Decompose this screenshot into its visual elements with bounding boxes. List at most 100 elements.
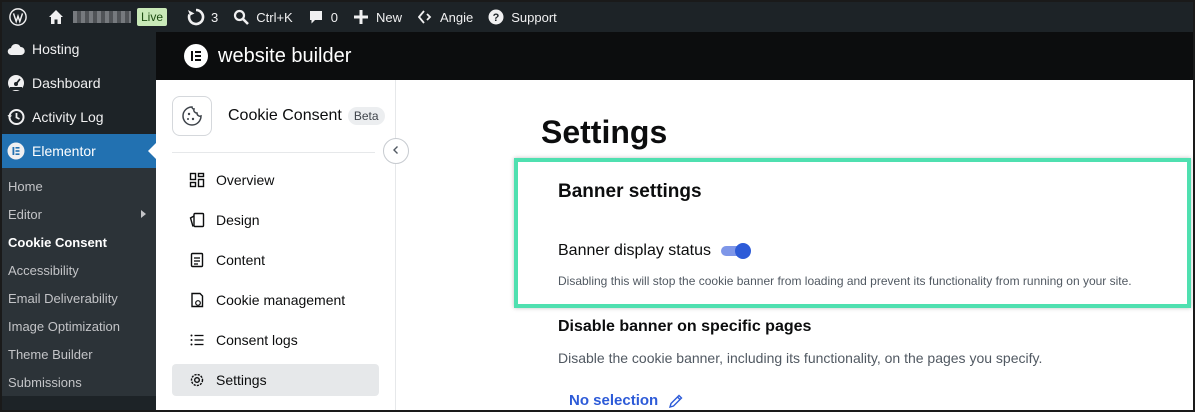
disable-pages-heading: Disable banner on specific pages	[558, 318, 812, 335]
banner-settings-heading: Banner settings	[558, 181, 702, 202]
plugin-sidebar: Cookie Consent Beta Overview Design Cont…	[156, 80, 409, 410]
comments-count: 0	[330, 9, 338, 25]
banner-display-help: Disabling this will stop the cookie bann…	[558, 274, 1132, 288]
submenu-label: Submissions	[8, 374, 82, 390]
sidebar-item-label: Dashboard	[32, 75, 101, 91]
beta-badge: Beta	[347, 107, 385, 125]
banner-display-row: Banner display status	[558, 242, 751, 260]
sidebar-item-label: Elementor	[32, 143, 96, 159]
submenu-item-cookie-consent[interactable]: Cookie Consent	[2, 228, 156, 256]
nav-item-label: Overview	[216, 172, 275, 188]
submenu-item-email-deliverability[interactable]: Email Deliverability	[2, 284, 156, 312]
comment-icon	[307, 8, 325, 26]
support-label: Support	[511, 9, 557, 25]
divider	[172, 152, 375, 153]
pencil-icon	[668, 393, 684, 409]
plugin-header: Cookie Consent Beta	[172, 96, 387, 136]
page-selection-button[interactable]: No selection	[569, 392, 684, 409]
submenu-label: Theme Builder	[8, 346, 93, 362]
grid-icon	[188, 171, 206, 189]
plus-icon	[352, 8, 370, 26]
sidebar-item-activity-log[interactable]: Activity Log	[2, 100, 156, 134]
support-button[interactable]: ? Support	[480, 2, 564, 32]
updates-icon	[187, 8, 205, 26]
updates-button[interactable]: 3	[180, 2, 225, 32]
elementor-logo-icon	[184, 44, 208, 68]
nav-item-settings[interactable]: Settings	[172, 364, 379, 396]
settings-main: Settings Banner settings Banner display …	[397, 80, 1193, 410]
nav-item-design[interactable]: Design	[172, 204, 379, 236]
nav-item-label: Consent logs	[216, 332, 298, 348]
live-badge: Live	[137, 8, 168, 26]
nav-item-cookie-management[interactable]: Cookie management	[172, 284, 379, 316]
elementor-icon	[6, 141, 26, 161]
updates-count: 3	[211, 9, 219, 25]
nav-item-consent-logs[interactable]: Consent logs	[172, 324, 379, 356]
submenu-item-accessibility[interactable]: Accessibility	[2, 256, 156, 284]
nav-item-label: Design	[216, 212, 260, 228]
blurred-site-name	[73, 11, 131, 23]
submenu-item-image-optimization[interactable]: Image Optimization	[2, 312, 156, 340]
page-title: Settings	[541, 114, 668, 150]
new-content-button[interactable]: New	[345, 2, 409, 32]
submenu-label: Accessibility	[8, 262, 79, 278]
history-icon	[6, 107, 26, 127]
banner-display-toggle[interactable]	[719, 242, 751, 260]
sidebar-item-elementor[interactable]: Elementor	[2, 134, 156, 168]
sidebar-item-hosting[interactable]: Hosting	[2, 32, 156, 66]
submenu-label: Editor	[8, 206, 42, 222]
comments-button[interactable]: 0	[300, 2, 345, 32]
submenu-label: Cookie Consent	[8, 234, 107, 250]
nav-item-label: Settings	[216, 372, 267, 388]
sidebar-item-dashboard[interactable]: Dashboard	[2, 66, 156, 100]
dashboard-icon	[6, 73, 26, 93]
nav-item-label: Cookie management	[216, 292, 346, 308]
angie-button[interactable]: Angie	[409, 2, 480, 32]
wordpress-logo-icon	[9, 8, 27, 26]
cookie-icon	[172, 96, 212, 136]
plugin-name: Cookie Consent	[228, 107, 342, 124]
svg-text:?: ?	[493, 12, 500, 24]
submenu-item-home[interactable]: Home	[2, 172, 156, 200]
submenu-label: Image Optimization	[8, 318, 120, 334]
submenu-item-submissions[interactable]: Submissions	[2, 368, 156, 396]
search-shortcut: Ctrl+K	[256, 9, 293, 25]
collapse-sidebar-button[interactable]	[383, 138, 409, 164]
nav-item-label: Content	[216, 252, 266, 268]
sidebar-item-label: Activity Log	[32, 109, 104, 125]
search-icon	[232, 8, 250, 26]
home-icon	[47, 8, 65, 26]
nav-item-content[interactable]: Content	[172, 244, 379, 276]
wordpress-logo-button[interactable]	[2, 2, 40, 32]
site-name-button[interactable]: Live	[40, 2, 180, 32]
header-title: website builder	[218, 44, 352, 67]
help-icon: ?	[487, 8, 505, 26]
selection-label: No selection	[569, 392, 659, 409]
sparkle-icon	[416, 8, 434, 26]
new-label: New	[375, 9, 402, 25]
cloud-icon	[6, 39, 26, 59]
screen: Live 3 Ctrl+K 0 New Angie ? Support Host…	[0, 0, 1195, 412]
chevron-left-icon	[391, 142, 401, 160]
nav-item-overview[interactable]: Overview	[172, 164, 379, 196]
submenu-item-theme-builder[interactable]: Theme Builder	[2, 340, 156, 368]
submenu-label: Home	[8, 178, 43, 194]
list-icon	[188, 331, 206, 349]
admin-sidebar: Hosting Dashboard Activity Log Elementor…	[2, 32, 156, 410]
elementor-header: website builder	[156, 32, 1193, 80]
search-button[interactable]: Ctrl+K	[225, 2, 299, 32]
admin-bar: Live 3 Ctrl+K 0 New Angie ? Support	[2, 2, 1193, 32]
design-icon	[188, 211, 206, 229]
submenu-item-editor[interactable]: Editor	[2, 200, 156, 228]
toggle-knob	[734, 243, 751, 259]
disable-pages-description: Disable the cookie banner, including its…	[558, 350, 1043, 366]
document-icon	[188, 251, 206, 269]
plugin-nav: Overview Design Content Cookie managemen…	[172, 164, 379, 404]
cookie-file-icon	[188, 291, 206, 309]
angie-label: Angie	[439, 9, 474, 25]
gear-icon	[188, 371, 206, 389]
banner-display-label: Banner display status	[558, 242, 711, 259]
elementor-submenu: Home Editor Cookie Consent Accessibility…	[2, 168, 156, 396]
sidebar-item-label: Hosting	[32, 41, 80, 57]
submenu-label: Email Deliverability	[8, 290, 118, 306]
